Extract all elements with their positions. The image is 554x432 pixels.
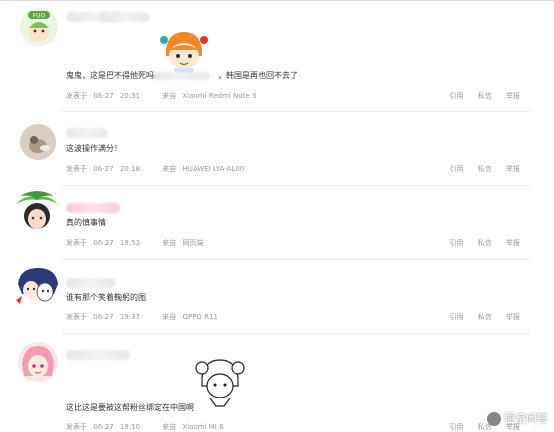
comment-meta: 发表于 06-27 19:53 来自 网页端 — [66, 239, 204, 247]
avatar-cartoon-icon: FUO — [20, 8, 58, 46]
comment-actions: 引用 私信 举报 — [438, 91, 520, 101]
message-link[interactable]: 私信 — [478, 239, 492, 247]
report-link[interactable]: 举报 — [506, 165, 520, 173]
avatar-girl-palm-icon — [16, 191, 58, 229]
manga-sticker-icon — [195, 359, 245, 407]
quote-link[interactable]: 引用 — [450, 423, 464, 431]
comment-item: 这波操作满分！ 发表于 06-27 20:18 来自 HUAWEI LYA-AL… — [0, 112, 554, 186]
avatar-photo-icon — [20, 124, 56, 160]
comment-item: 这比这是要被这帮粉丝绑定在中国啊 发表于 06-27 19:10 来自 Xiao… — [0, 334, 554, 432]
message-link[interactable]: 私信 — [478, 313, 492, 321]
report-link[interactable]: 举报 — [506, 92, 520, 100]
avatar[interactable] — [20, 124, 56, 160]
comment-item: FUO 鬼鬼，这是巴不得他死吗 ，韩国是再也回不去了 发表于 06-27 20:3… — [0, 0, 554, 112]
quote-link[interactable]: 引用 — [450, 165, 464, 173]
avatar[interactable]: FUO — [20, 8, 58, 46]
comment-text: 这比这是要被这帮粉丝绑定在中国啊 — [66, 403, 194, 412]
quote-link[interactable]: 引用 — [450, 92, 464, 100]
comment-text: 鬼鬼，这是巴不得他死吗 ，韩国是再也回不去了 — [66, 71, 298, 80]
wukong-logo-icon — [487, 412, 501, 426]
username-blurred-2 — [98, 12, 150, 22]
avatar-pink-hair-icon — [18, 342, 58, 382]
comment-text: 这波操作满分！ — [66, 144, 122, 153]
avatar[interactable] — [18, 342, 58, 382]
report-link[interactable]: 举报 — [506, 239, 520, 247]
comment-meta: 发表于 06-27 19:10 来自 Xiaomi MI 6 — [66, 423, 224, 431]
comment-meta: 发表于 06-27 20:31 来自 Xiaomi Redmi Note 3 — [66, 92, 257, 100]
username-blurred[interactable] — [66, 203, 120, 213]
username-blurred[interactable] — [66, 278, 116, 288]
comment-actions: 引用 私信 举报 — [438, 238, 520, 248]
comment-actions: 引用 私信 举报 — [438, 312, 520, 322]
comment-item: 真的慎事情 发表于 06-27 19:53 来自 网页端 引用 私信 举报 — [0, 186, 554, 260]
avatar-anime-duo-icon — [16, 268, 58, 304]
quote-link[interactable]: 引用 — [450, 239, 464, 247]
avatar[interactable] — [14, 188, 60, 232]
comment-actions: 引用 私信 举报 — [438, 164, 520, 174]
report-link[interactable]: 举报 — [506, 313, 520, 321]
username-blurred[interactable] — [66, 350, 130, 360]
comment-text: 真的慎事情 — [66, 218, 106, 227]
watermark: 悟空问答 — [487, 410, 548, 426]
quote-link[interactable]: 引用 — [450, 313, 464, 321]
message-link[interactable]: 私信 — [478, 92, 492, 100]
comment-item: 谁有那个笑着鞠躬的图 发表于 06-27 19:37 来自 OPPO R11 引… — [0, 260, 554, 334]
svg-text:FUO: FUO — [33, 13, 46, 20]
comment-meta: 发表于 06-27 20:18 来自 HUAWEI LYA-AL00 — [66, 165, 245, 173]
comment-text: 谁有那个笑着鞠躬的图 — [66, 293, 146, 302]
comment-meta: 发表于 06-27 19:37 来自 OPPO R11 — [66, 313, 218, 321]
avatar[interactable] — [14, 264, 62, 308]
message-link[interactable]: 私信 — [478, 165, 492, 173]
username-blurred[interactable] — [66, 128, 108, 138]
